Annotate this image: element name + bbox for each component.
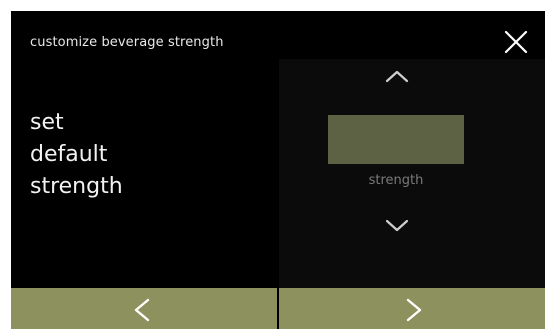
close-icon	[504, 30, 528, 54]
strength-label: strength	[368, 173, 424, 188]
instruction-line-set: set	[30, 110, 64, 135]
instruction-line-default: default	[30, 142, 108, 167]
page-title: customize beverage strength	[30, 35, 224, 50]
footer-nav	[11, 288, 545, 329]
chevron-down-icon	[385, 219, 409, 232]
instruction-text: set default strength	[30, 107, 123, 203]
instruction-line-strength: strength	[30, 174, 123, 199]
close-button[interactable]	[501, 27, 531, 57]
increase-strength-button[interactable]	[377, 61, 417, 91]
strength-value-box[interactable]	[328, 115, 464, 164]
decrease-strength-button[interactable]	[377, 211, 417, 241]
chevron-right-icon	[406, 298, 422, 322]
previous-button[interactable]	[11, 288, 277, 329]
next-button[interactable]	[279, 288, 545, 329]
chevron-up-icon	[385, 70, 409, 83]
chevron-left-icon	[134, 298, 150, 322]
screen: customize beverage strength set default …	[11, 11, 545, 329]
